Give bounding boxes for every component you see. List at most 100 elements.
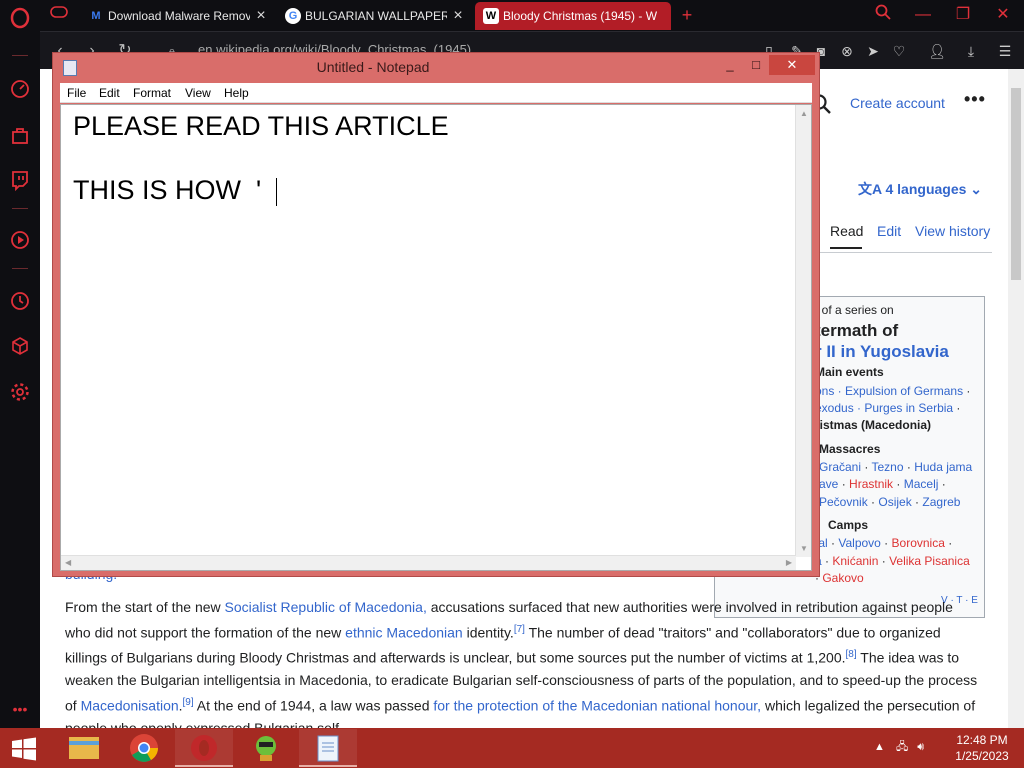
tab-bar: M Download Malware Remov × G BULGARIAN W… (40, 0, 1024, 31)
shopping-bag-icon[interactable] (9, 124, 31, 146)
twitch-icon[interactable] (9, 169, 31, 192)
taskbar-file-explorer-icon[interactable] (55, 729, 113, 767)
more-dots-icon[interactable]: ••• (9, 698, 31, 720)
link-ethnic-macedonian[interactable]: ethnic Macedonian (345, 624, 463, 640)
main-events-line-3: ristmas (Macedonia) (815, 418, 932, 432)
history-icon[interactable] (9, 290, 31, 312)
active-tab-indicator (830, 247, 862, 249)
massacres-heading: Massacres (819, 442, 881, 456)
google-favicon-icon: G (285, 8, 301, 24)
sidebar-divider (12, 268, 28, 269)
link-socialist-republic[interactable]: Socialist Republic of Macedonia, (225, 599, 427, 615)
scroll-up-arrow-icon[interactable]: ▲ (800, 109, 808, 118)
tab-label: Download Malware Remov (108, 9, 250, 23)
taskbar-notepad-icon[interactable] (299, 729, 357, 767)
notepad-close-button[interactable]: ✕ (769, 55, 815, 75)
send-icon[interactable]: ➤ (862, 40, 884, 62)
network-icon[interactable]: 🖧︎ (896, 741, 908, 753)
taskbar-app-icon[interactable] (237, 729, 295, 767)
tab-bulgarian-wallpapers[interactable]: G BULGARIAN WALLPAPERS - × (277, 2, 469, 30)
notepad-text-area[interactable]: PLEASE READ THIS ARTICLE THIS IS HOW ' ▲… (60, 104, 812, 571)
massacres-line-2: ave · Hrastnik · Macelj · (819, 477, 946, 491)
tab-label: BULGARIAN WALLPAPERS - (305, 9, 447, 23)
start-windows-icon[interactable] (10, 737, 38, 761)
notepad-window: Untitled - Notepad _ □ ✕ File Edit Forma… (52, 52, 820, 577)
notepad-title: Untitled - Notepad (316, 59, 430, 75)
more-menu-icon[interactable]: ••• (964, 89, 986, 110)
translate-icon: 文A (858, 181, 882, 197)
article-paragraph: From the start of the new Socialist Repu… (65, 599, 978, 728)
text-line-1: PLEASE READ THIS ARTICLE (73, 111, 449, 141)
profile-icon[interactable]: 👤︎ (926, 40, 948, 62)
tab-view-history[interactable]: View history (915, 223, 990, 239)
gamepad-icon[interactable] (44, 4, 74, 26)
series-title-2[interactable]: r II in Yugoslavia (815, 342, 949, 362)
clock[interactable]: 12:48 PM 1/25/2023 (940, 732, 1024, 764)
close-window-button[interactable]: ✕ (988, 4, 1018, 26)
ref-9[interactable]: [9] (183, 697, 194, 708)
heart-icon[interactable]: ♡ (888, 40, 910, 62)
new-tab-button[interactable]: + (672, 4, 702, 26)
camps-line-2: a · Knićanin · Velika Pisanica (815, 554, 970, 568)
notepad-vertical-scrollbar[interactable]: ▲ ▼ (795, 105, 811, 557)
speed-dial-icon[interactable] (9, 78, 31, 100)
chevron-down-icon: ⌄ (970, 181, 983, 197)
wikipedia-favicon-icon: W (483, 8, 499, 24)
tab-label: Bloody Christmas (1945) - W (503, 9, 658, 23)
malwarebytes-favicon-icon: M (91, 10, 101, 22)
create-account-link[interactable]: Create account (850, 95, 945, 111)
scroll-down-arrow-icon[interactable]: ▼ (800, 544, 808, 553)
minimize-window-button[interactable]: — (908, 4, 938, 26)
menu-view[interactable]: View (185, 86, 211, 100)
settings-gear-icon[interactable] (9, 381, 31, 403)
show-hidden-icons-icon[interactable]: ▲ (874, 741, 885, 753)
opera-logo-icon[interactable] (9, 7, 31, 29)
maximize-window-button[interactable]: ❐ (948, 4, 978, 26)
text-caret (276, 178, 277, 206)
sidebar-divider (12, 208, 28, 209)
tab-bloody-christmas[interactable]: W Bloody Christmas (1945) - W (475, 2, 671, 30)
tab-malware[interactable]: M Download Malware Remov × (80, 2, 272, 30)
clock-time: 12:48 PM (956, 733, 1008, 747)
tab-search-icon[interactable] (868, 4, 898, 26)
menu-edit[interactable]: Edit (99, 86, 120, 100)
opera-sidebar: ••• (0, 0, 40, 728)
ref-8[interactable]: [8] (846, 649, 857, 660)
ref-7[interactable]: [7] (514, 624, 525, 635)
menu-format[interactable]: Format (133, 86, 171, 100)
notepad-horizontal-scrollbar[interactable]: ◀ ▶ (61, 555, 796, 570)
tab-close-icon[interactable]: × (250, 7, 272, 25)
page-scrollbar-thumb[interactable] (1011, 88, 1021, 280)
scroll-right-arrow-icon[interactable]: ▶ (786, 558, 792, 567)
download-icon[interactable]: ⤓ (960, 40, 982, 62)
taskbar-opera-icon[interactable] (175, 729, 233, 767)
system-tray: ▲ 🖧︎ 🔊︎ (874, 738, 924, 757)
main-events-line-1: ons · Expulsion of Germans · (815, 384, 971, 398)
menu-file[interactable]: File (67, 86, 86, 100)
notepad-maximize-button[interactable]: □ (743, 55, 769, 75)
ad-block-icon[interactable]: ⊗ (836, 40, 858, 62)
tab-close-icon[interactable]: × (447, 7, 469, 25)
scroll-left-arrow-icon[interactable]: ◀ (65, 558, 71, 567)
extensions-cube-icon[interactable] (9, 335, 31, 357)
notepad-minimize-button[interactable]: _ (717, 55, 743, 75)
windows-taskbar: ▲ 🖧︎ 🔊︎ 12:48 PM 1/25/2023 (0, 728, 1024, 768)
link-national-honour-law[interactable]: for the protection of the Macedonian nat… (433, 697, 761, 713)
series-title-1: termath of (815, 321, 899, 340)
series-intro: t of a series on (815, 303, 894, 317)
tab-read[interactable]: Read (830, 223, 863, 239)
notepad-menubar: File Edit Format View Help (60, 83, 812, 103)
languages-label: 4 languages (885, 181, 967, 197)
main-events-line-2: exodus · Purges in Serbia · (815, 401, 961, 415)
volume-icon[interactable]: 🔊︎ (917, 741, 924, 753)
text-line-2: THIS IS HOW ' (73, 175, 262, 205)
easy-setup-icon[interactable]: ☰ (994, 40, 1016, 62)
menu-help[interactable]: Help (224, 86, 249, 100)
languages-button[interactable]: 文A 4 languages ⌄ (858, 179, 982, 199)
tab-edit[interactable]: Edit (877, 223, 901, 239)
link-macedonisation[interactable]: Macedonisation (81, 697, 179, 713)
camps-line-3: · Gakovo (815, 571, 864, 585)
tabs-divider (816, 252, 992, 253)
player-icon[interactable] (9, 229, 31, 251)
taskbar-chrome-icon[interactable] (115, 729, 173, 767)
